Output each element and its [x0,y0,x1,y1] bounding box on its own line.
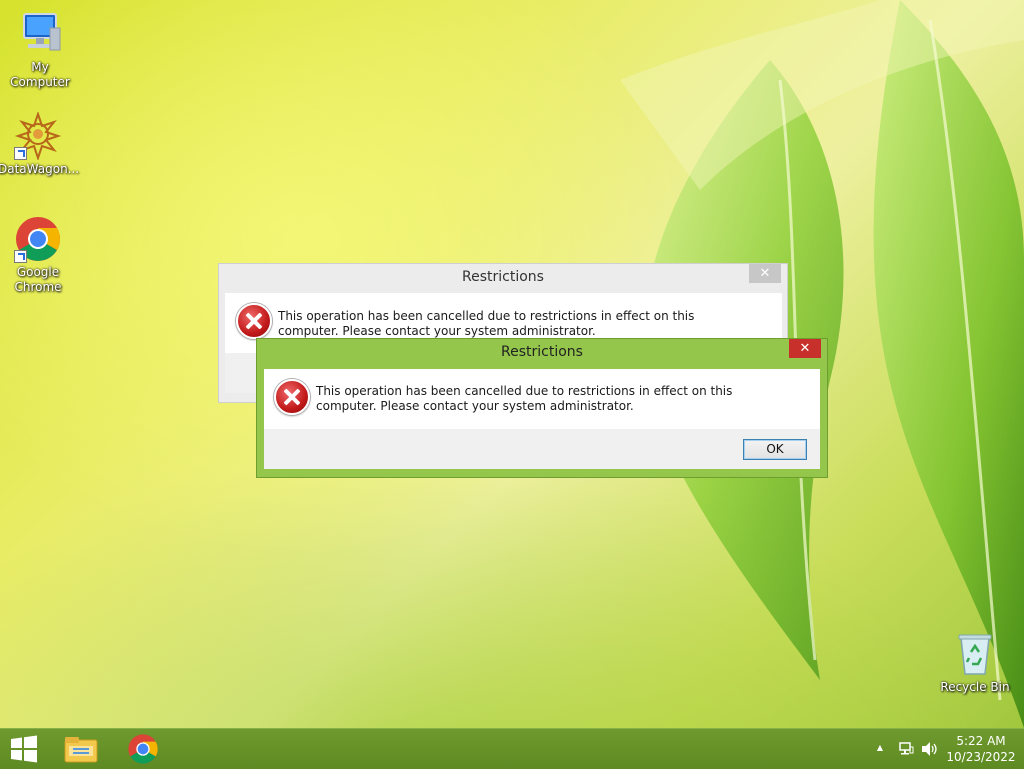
tray-clock[interactable]: 5:22 AM 10/23/2022 [944,733,1018,765]
desktop-icon-google-chrome[interactable]: Google Chrome [0,215,78,295]
datawagon-icon [14,110,62,162]
dialog-title: Restrictions [501,344,583,360]
desktop-icon-recycle-bin[interactable]: Recycle Bin [935,630,1015,695]
dialog-body: This operation has been cancelled due to… [264,369,820,429]
desktop-icon-label: My Computer [10,60,70,89]
ok-button[interactable]: OK [743,439,807,460]
chrome-icon [14,215,62,263]
close-button[interactable]: ✕ [789,339,821,358]
dialog-titlebar[interactable]: Restrictions ✕ [257,339,827,367]
start-button[interactable] [0,729,58,769]
error-icon [236,303,272,339]
dialog-titlebar[interactable]: Restrictions ✕ [219,264,787,292]
clock-date: 10/23/2022 [946,750,1016,764]
shortcut-arrow-icon [14,147,27,160]
desktop-icon-label: Google Chrome [14,265,62,294]
volume-icon[interactable] [921,741,939,757]
taskbar-file-explorer[interactable] [52,729,110,769]
start-icon [11,735,37,763]
desktop-icon-label: DataWagon... [0,162,80,176]
recycle-bin-icon [951,630,999,678]
desktop-icon-my-computer[interactable]: My Computer [0,10,80,90]
dialog-title: Restrictions [462,269,544,285]
restrictions-dialog-front: Restrictions ✕ This operation has been c… [256,338,828,478]
network-icon[interactable] [898,741,914,757]
dialog-message: This operation has been cancelled due to… [278,309,695,338]
tray-show-hidden-icons[interactable]: ▲ [874,743,886,752]
computer-icon [16,10,64,58]
desktop-icon-datawagon[interactable]: DataWagon... [0,110,80,177]
taskbar-chrome[interactable] [114,729,172,769]
dialog-message: This operation has been cancelled due to… [316,384,733,413]
dialog-footer: OK [264,429,820,469]
desktop-icon-label: Recycle Bin [940,680,1010,694]
chrome-icon [128,734,158,764]
error-icon [274,379,310,415]
shortcut-arrow-icon [14,250,27,263]
taskbar: ▲ 5:22 AM 10/23/2022 [0,728,1024,769]
close-button[interactable]: ✕ [749,264,781,283]
clock-time: 5:22 AM [956,734,1006,748]
file-explorer-icon [64,737,98,763]
